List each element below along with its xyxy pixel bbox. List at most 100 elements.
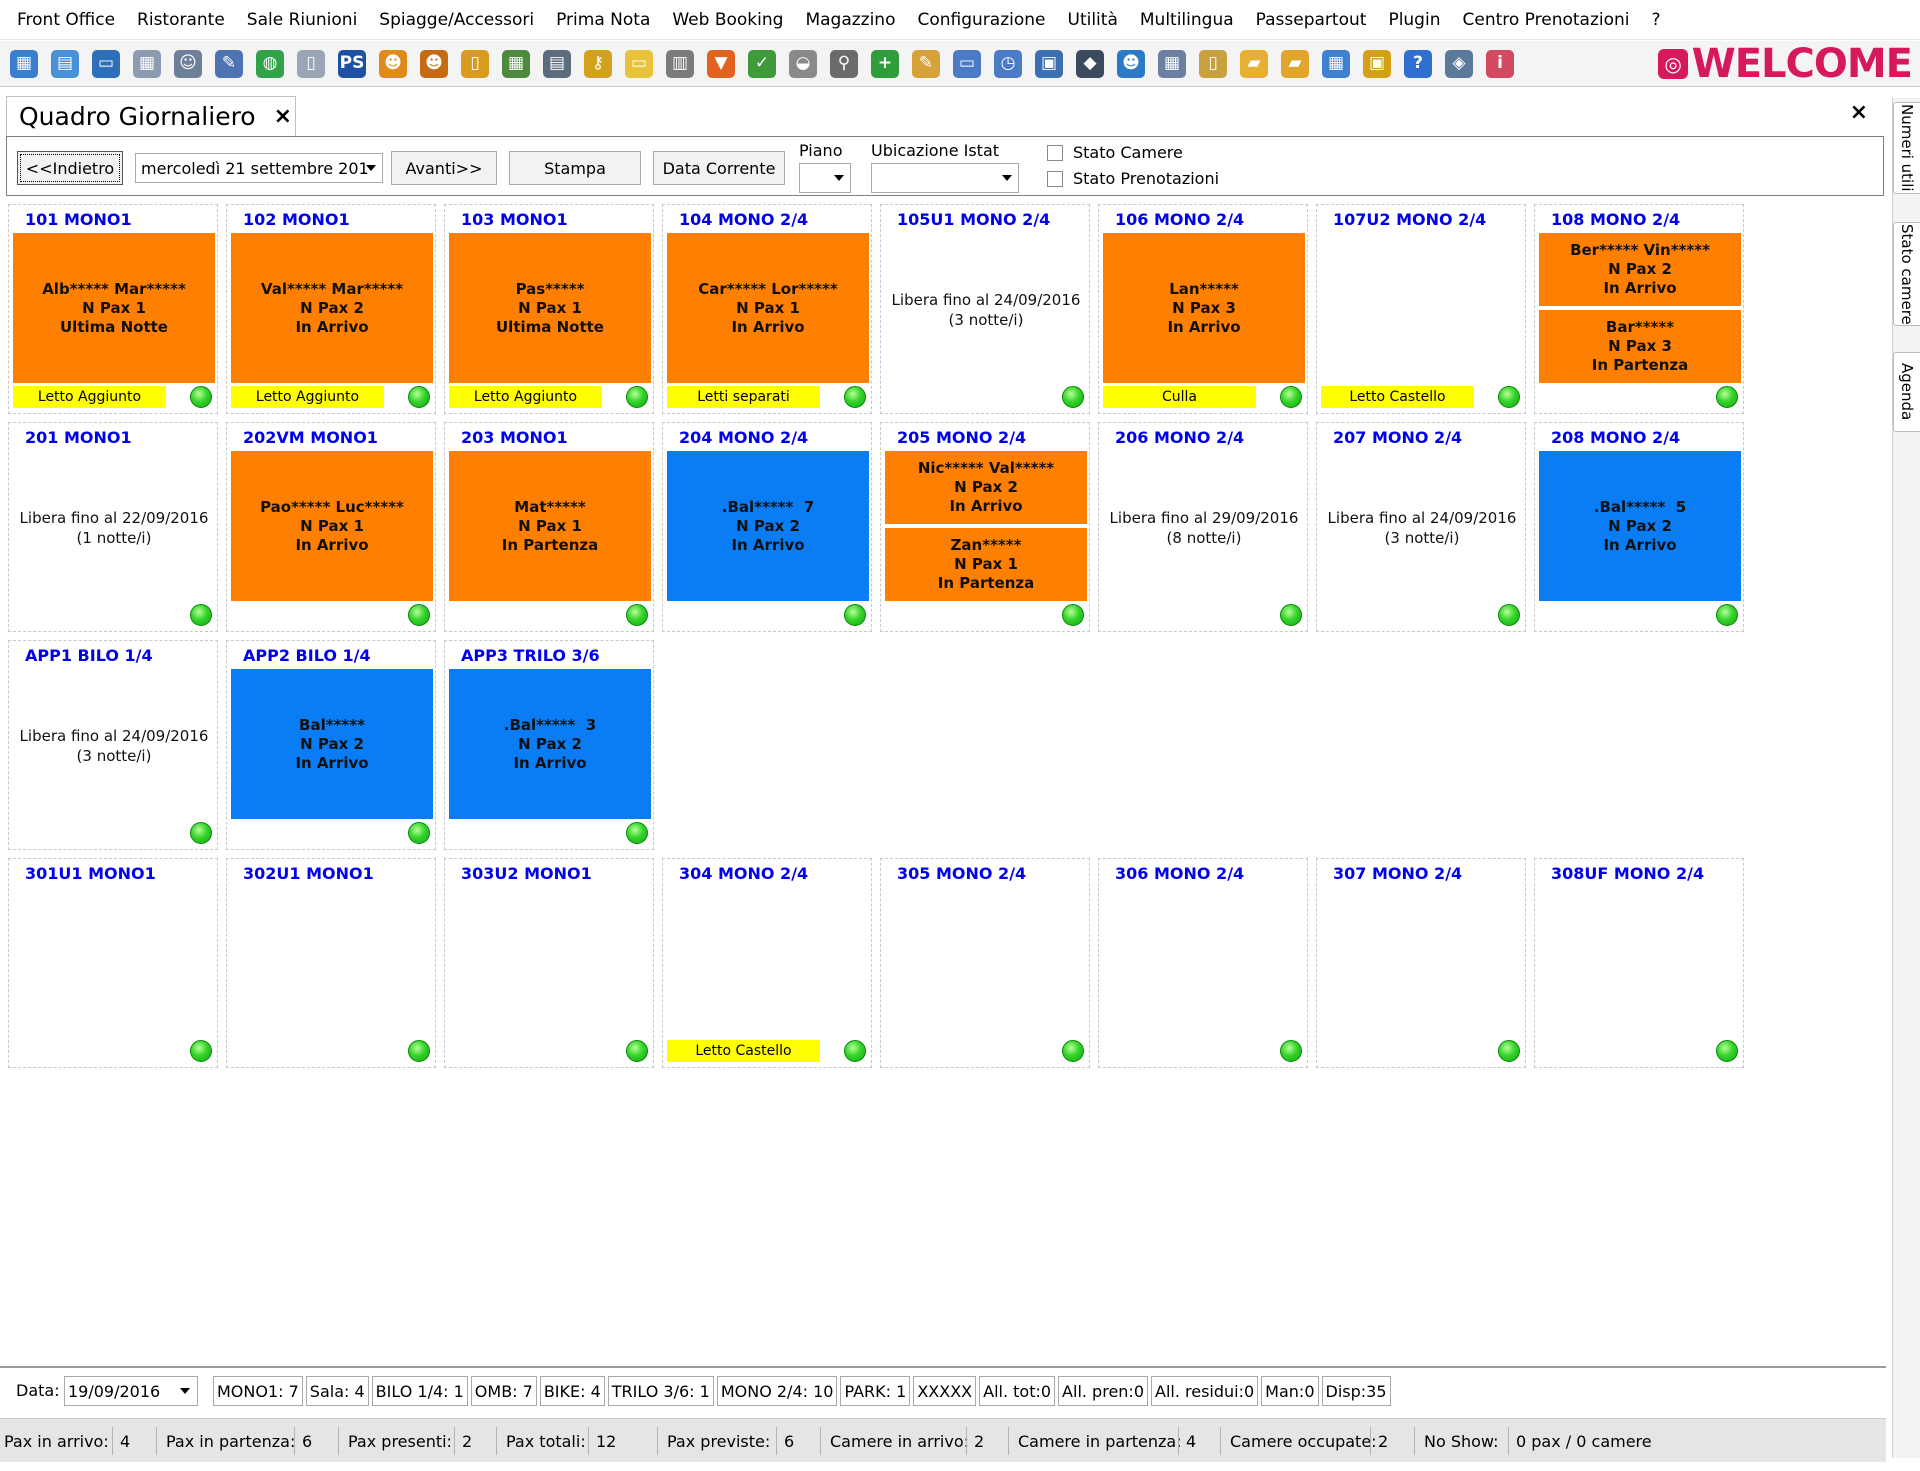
guest-card-icon[interactable]: ☺	[170, 46, 206, 82]
booking-block[interactable]: Car***** Lor***** N Pax 1 In Arrivo	[667, 233, 869, 383]
booking-block[interactable]: Ber***** Vin***** N Pax 2 In Arrivo	[1539, 233, 1741, 306]
booking-block[interactable]: Pao***** Luc***** N Pax 1 In Arrivo	[231, 451, 433, 601]
room-status-dot-icon[interactable]	[408, 386, 430, 408]
users-icon[interactable]: ☻	[416, 46, 452, 82]
room-card[interactable]: 307 MONO 2/4	[1316, 858, 1526, 1068]
document-icon[interactable]: ▯	[293, 46, 329, 82]
menu-item[interactable]: Web Booking	[661, 0, 794, 40]
booking-block[interactable]: .Bal***** 5N Pax 2 In Arrivo	[1539, 451, 1741, 601]
room-title[interactable]: 202VM MONO1	[243, 428, 378, 447]
room-status-dot-icon[interactable]	[1280, 604, 1302, 626]
room-card[interactable]: 105U1 MONO 2/4 Libera fino al 24/09/2016 (…	[880, 204, 1090, 414]
room-card[interactable]: 103 MONO1 Pas***** N Pax 1 Ultima Notte Lett…	[444, 204, 654, 414]
room-title[interactable]: 106 MONO 2/4	[1115, 210, 1244, 229]
menu-item[interactable]: Front Office	[6, 0, 126, 40]
booking-block[interactable]: .Bal***** 3N Pax 2 In Arrivo	[449, 669, 651, 819]
room-title[interactable]: 308UF MONO 2/4	[1551, 864, 1704, 883]
planning-icon[interactable]: ▦	[6, 46, 42, 82]
room-status-dot-icon[interactable]	[626, 604, 648, 626]
room-card[interactable]: 304 MONO 2/4 Letto Castello	[662, 858, 872, 1068]
notes-icon[interactable]: ▭	[621, 46, 657, 82]
booking-block[interactable]: Val***** Mar***** N Pax 2 In Arrivo	[231, 233, 433, 383]
checkbox-box[interactable]	[1047, 144, 1063, 161]
room-title[interactable]: 302U1 MONO1	[243, 864, 374, 883]
monitor-icon[interactable]: ▣	[1031, 46, 1067, 82]
room-title[interactable]: APP2 BILO 1/4	[243, 646, 371, 665]
booking-block[interactable]: Bal***** N Pax 2 In Arrivo	[231, 669, 433, 819]
summary-date-select[interactable]: 19/09/2016	[64, 1376, 198, 1406]
room-card[interactable]: 203 MONO1 Mat***** N Pax 1 In Partenza	[444, 422, 654, 632]
room-title[interactable]: 205 MONO 2/4	[897, 428, 1026, 447]
room-title[interactable]: 305 MONO 2/4	[897, 864, 1026, 883]
room-title[interactable]: 201 MONO1	[25, 428, 132, 447]
room-card[interactable]: 102 MONO1 Val***** Mar***** N Pax 2 In Arri…	[226, 204, 436, 414]
print-button[interactable]: Stampa	[509, 151, 641, 185]
room-card[interactable]: 302U1 MONO1	[226, 858, 436, 1068]
edit-form-icon[interactable]: ✎	[211, 46, 247, 82]
room-title[interactable]: APP3 TRILO 3/6	[461, 646, 600, 665]
menu-item[interactable]: Configurazione	[906, 0, 1056, 40]
room-title[interactable]: 102 MONO1	[243, 210, 350, 229]
help-icon[interactable]: ?	[1400, 46, 1436, 82]
booking-status-checkbox[interactable]: Stato Prenotazioni	[1047, 169, 1219, 188]
room-title[interactable]: 108 MONO 2/4	[1551, 210, 1680, 229]
room-card[interactable]: 306 MONO 2/4	[1098, 858, 1308, 1068]
room-status-dot-icon[interactable]	[1716, 604, 1738, 626]
room-status-dot-icon[interactable]	[1062, 386, 1084, 408]
room-status-dot-icon[interactable]	[408, 822, 430, 844]
booking-block[interactable]: Bar***** N Pax 3 In Partenza	[1539, 310, 1741, 383]
room-status-dot-icon[interactable]	[1498, 386, 1520, 408]
bucket-icon[interactable]: ▼	[703, 46, 739, 82]
side-tab-agenda[interactable]: Agenda	[1893, 352, 1920, 432]
booking-block[interactable]: .Bal***** 7N Pax 2 In Arrivo	[667, 451, 869, 601]
room-status-dot-icon[interactable]	[626, 822, 648, 844]
table-icon[interactable]: ▦	[129, 46, 165, 82]
room-title[interactable]: 306 MONO 2/4	[1115, 864, 1244, 883]
floor-select[interactable]	[799, 163, 851, 193]
room-status-dot-icon[interactable]	[1498, 604, 1520, 626]
room-card[interactable]: 305 MONO 2/4	[880, 858, 1090, 1068]
folder-icon[interactable]: ▰	[1236, 46, 1272, 82]
room-status-dot-icon[interactable]	[190, 604, 212, 626]
room-card[interactable]: 205 MONO 2/4 Nic***** Val***** N Pax 2 In A…	[880, 422, 1090, 632]
book-icon[interactable]: ▰	[1277, 46, 1313, 82]
room-status-dot-icon[interactable]	[626, 386, 648, 408]
window-close-icon[interactable]: ×	[1850, 100, 1868, 125]
menu-item[interactable]: Sale Riunioni	[236, 0, 369, 40]
menu-item[interactable]: Magazzino	[794, 0, 906, 40]
tab-quadro-giornaliero[interactable]: Quadro Giornaliero ×	[6, 96, 296, 136]
menu-item[interactable]: Plugin	[1377, 0, 1451, 40]
room-card[interactable]: APP2 BILO 1/4 Bal***** N Pax 2 In Arrivo	[226, 640, 436, 850]
restaurant-icon[interactable]: ⚲	[826, 46, 862, 82]
ps-icon[interactable]: PS	[334, 46, 370, 82]
room-status-dot-icon[interactable]	[1716, 386, 1738, 408]
room-title[interactable]: 304 MONO 2/4	[679, 864, 808, 883]
network-icon[interactable]: ◈	[1441, 46, 1477, 82]
menu-item[interactable]: ?	[1641, 0, 1672, 40]
booking-block[interactable]: Pas***** N Pax 1 Ultima Notte	[449, 233, 651, 383]
calculator-icon[interactable]: ▦	[1318, 46, 1354, 82]
room-status-dot-icon[interactable]	[844, 386, 866, 408]
room-card[interactable]: 303U2 MONO1	[444, 858, 654, 1068]
room-title[interactable]: 103 MONO1	[461, 210, 568, 229]
room-status-dot-icon[interactable]	[408, 604, 430, 626]
room-status-dot-icon[interactable]	[1062, 1040, 1084, 1062]
room-status-dot-icon[interactable]	[190, 1040, 212, 1062]
room-status-dot-icon[interactable]	[1716, 1040, 1738, 1062]
user-icon[interactable]: ☻	[375, 46, 411, 82]
menu-item[interactable]: Centro Prenotazioni	[1451, 0, 1640, 40]
booking-block[interactable]: Lan***** N Pax 3 In Arrivo	[1103, 233, 1305, 383]
clock-icon[interactable]: ◷	[990, 46, 1026, 82]
room-title[interactable]: 307 MONO 2/4	[1333, 864, 1462, 883]
room-card[interactable]: 201 MONO1 Libera fino al 22/09/2016 (1 not…	[8, 422, 218, 632]
room-card[interactable]: 204 MONO 2/4 .Bal***** 7N Pax 2 In Arrivo	[662, 422, 872, 632]
document-lock-icon[interactable]: ▯	[457, 46, 493, 82]
room-title[interactable]: 207 MONO 2/4	[1333, 428, 1462, 447]
room-card[interactable]: 308UF MONO 2/4	[1534, 858, 1744, 1068]
room-card[interactable]: 207 MONO 2/4 Libera fino al 24/09/2016 (3 …	[1316, 422, 1526, 632]
side-tab-numeri-utili[interactable]: Numeri utili	[1893, 102, 1920, 194]
room-status-dot-icon[interactable]	[1498, 1040, 1520, 1062]
booking-block[interactable]: Mat***** N Pax 1 In Partenza	[449, 451, 651, 601]
room-card[interactable]: 106 MONO 2/4 Lan***** N Pax 3 In Arrivo Cull…	[1098, 204, 1308, 414]
menu-item[interactable]: Multilingua	[1129, 0, 1245, 40]
